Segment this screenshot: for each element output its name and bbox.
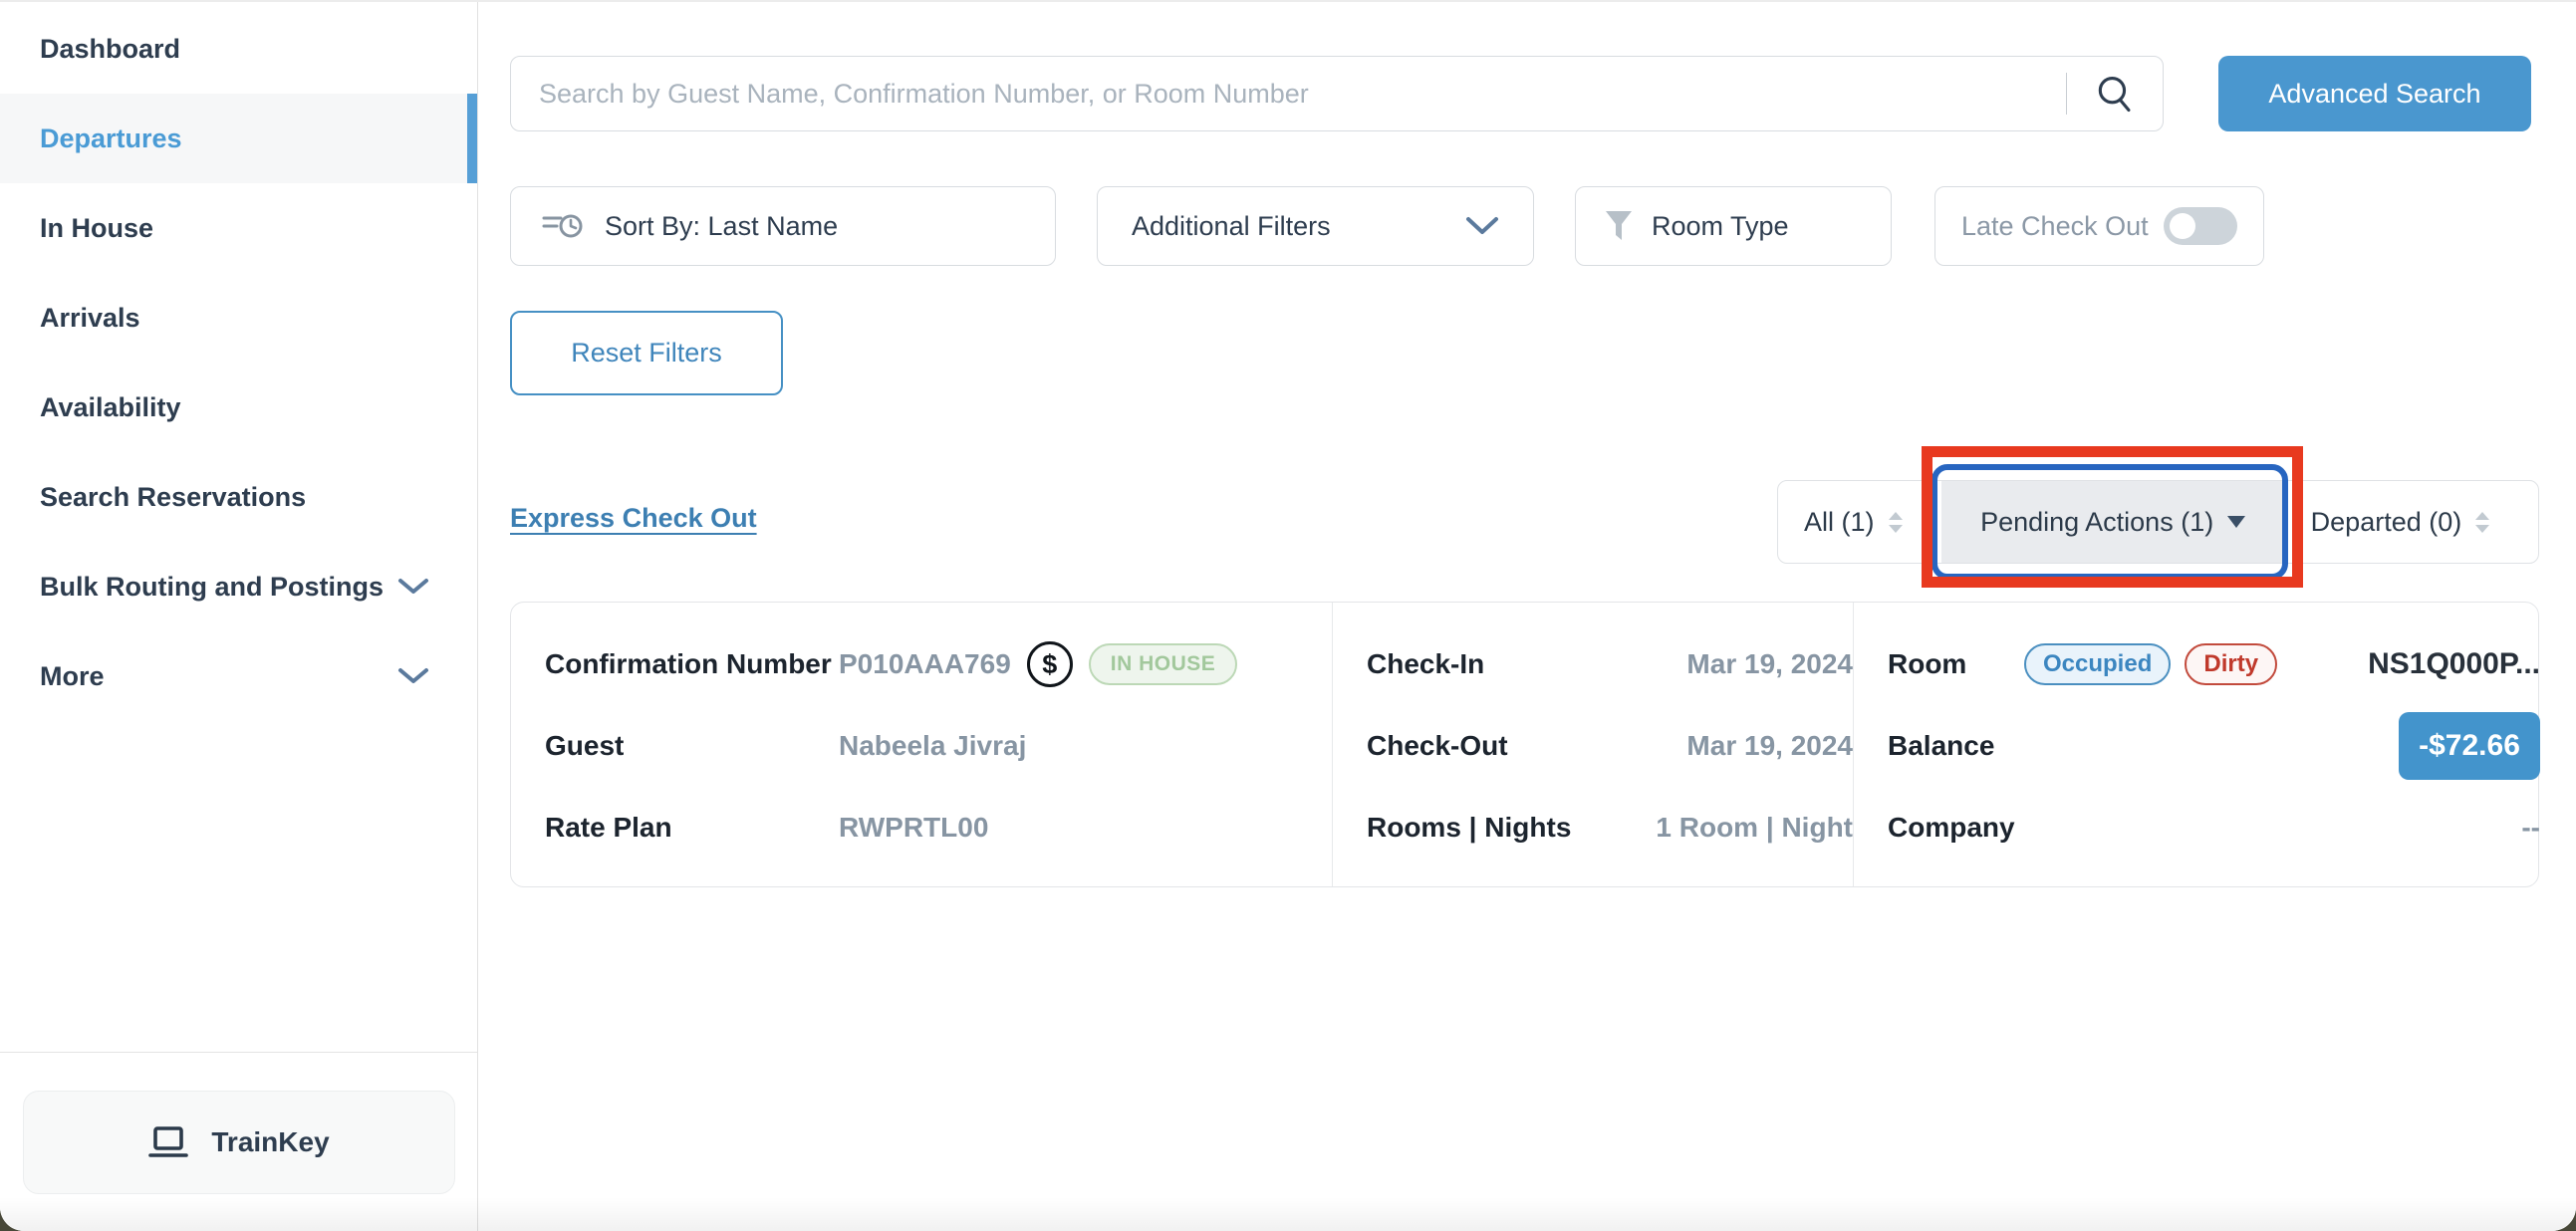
room-type-label: Room Type (1652, 211, 1789, 242)
sidebar-item-label: Search Reservations (40, 482, 306, 513)
company-value: -- (2521, 812, 2540, 844)
card-column-room: Room Occupied Dirty NS1Q000P... Balance … (1853, 603, 2540, 886)
sidebar-item-label: Arrivals (40, 303, 140, 334)
sidebar-item-label: Bulk Routing and Postings (40, 572, 384, 603)
sidebar-item-label: More (40, 661, 105, 692)
sidebar-item-label: Availability (40, 392, 181, 423)
sidebar-item-more[interactable]: More (0, 631, 477, 721)
additional-filters-dropdown[interactable]: Additional Filters (1097, 186, 1534, 266)
sidebar-item-label: In House (40, 213, 153, 244)
balance-row: Balance -$72.66 (1888, 722, 2540, 770)
guest-name: Nabeela Jivraj (839, 730, 1026, 762)
toggle-knob (2170, 213, 2195, 239)
sidebar-item-label: Dashboard (40, 34, 180, 65)
room-label: Room (1888, 648, 2022, 680)
card-column-details: Confirmation Number P010AAA769 $ IN HOUS… (511, 603, 1332, 886)
sidebar-item-departures[interactable]: Departures (0, 94, 477, 183)
late-check-out-label: Late Check Out (1961, 211, 2149, 242)
trainkey-label: TrainKey (211, 1126, 329, 1158)
sidebar-item-dashboard[interactable]: Dashboard (0, 4, 477, 94)
sidebar-item-in-house[interactable]: In House (0, 183, 477, 273)
search-bar (510, 56, 2164, 131)
additional-filters-label: Additional Filters (1132, 211, 1331, 242)
guest-label: Guest (545, 730, 839, 762)
reset-filters-button[interactable]: Reset Filters (510, 311, 783, 395)
sort-by-button[interactable]: Sort By: Last Name (510, 186, 1056, 266)
balance-label: Balance (1888, 730, 2022, 762)
chevron-down-icon (397, 578, 429, 596)
check-out-row: Check-Out Mar 19, 2024 (1367, 722, 1853, 770)
check-in-date: Mar 19, 2024 (1686, 648, 1853, 680)
reservation-card: Confirmation Number P010AAA769 $ IN HOUS… (510, 602, 2539, 887)
advanced-search-button[interactable]: Advanced Search (2218, 56, 2531, 131)
sidebar-footer: TrainKey (0, 1052, 477, 1231)
card-column-dates: Check-In Mar 19, 2024 Check-Out Mar 19, … (1332, 603, 1853, 886)
express-check-out-link[interactable]: Express Check Out (510, 503, 757, 534)
search-icon (2093, 72, 2137, 116)
room-row: Room Occupied Dirty NS1Q000P... (1888, 640, 2540, 688)
confirmation-number-value[interactable]: P010AAA769 (839, 648, 1011, 680)
dollar-circle-icon[interactable]: $ (1027, 641, 1073, 687)
sidebar: Dashboard Departures In House Arrivals A… (0, 2, 478, 1231)
chevron-down-icon (1465, 216, 1499, 236)
dirty-badge: Dirty (2185, 643, 2277, 685)
rate-plan-label: Rate Plan (545, 812, 839, 844)
sort-time-icon (541, 208, 585, 244)
tab-pending-actions-label: Pending Actions (1) (1980, 507, 2213, 538)
sidebar-item-search-reservations[interactable]: Search Reservations (0, 452, 477, 542)
trainkey-button[interactable]: TrainKey (23, 1091, 455, 1194)
balance-amount-badge[interactable]: -$72.66 (2399, 712, 2540, 780)
check-out-date: Mar 19, 2024 (1686, 730, 1853, 762)
sidebar-item-arrivals[interactable]: Arrivals (0, 273, 477, 363)
company-label: Company (1888, 812, 2022, 844)
sidebar-item-label: Departures (40, 123, 182, 154)
tab-bar: All (1) Pending Actions (1) Departed (0) (1777, 480, 2539, 564)
room-type-filter[interactable]: Room Type (1575, 186, 1892, 266)
occupied-badge: Occupied (2024, 643, 2171, 685)
check-in-row: Check-In Mar 19, 2024 (1367, 640, 1853, 688)
late-check-out-filter: Late Check Out (1934, 186, 2264, 266)
guest-row: Guest Nabeela Jivraj (545, 722, 1332, 770)
laptop-icon (147, 1125, 189, 1159)
rooms-nights-value: 1 Room | Night (1656, 812, 1853, 844)
rooms-nights-row: Rooms | Nights 1 Room | Night (1367, 804, 1853, 852)
chevron-down-icon (397, 667, 429, 685)
check-in-label: Check-In (1367, 648, 1616, 680)
tab-all-label: All (1) (1804, 507, 1875, 538)
tab-pending-actions[interactable]: Pending Actions (1) (1941, 481, 2285, 563)
company-row: Company -- (1888, 804, 2540, 852)
rate-plan-value: RWPRTL00 (839, 812, 988, 844)
triangle-down-icon (2227, 516, 2245, 528)
room-number-value[interactable]: NS1Q000P... (2368, 647, 2540, 681)
in-house-badge: IN HOUSE (1089, 643, 1238, 685)
confirmation-number-label: Confirmation Number (545, 648, 839, 680)
search-input[interactable] (511, 57, 2066, 130)
sort-carets-icon (2475, 512, 2489, 533)
tab-departed-label: Departed (0) (2311, 507, 2462, 538)
tab-departed[interactable]: Departed (0) (2285, 481, 2538, 563)
tab-all[interactable]: All (1) (1778, 481, 1941, 563)
confirmation-row: Confirmation Number P010AAA769 $ IN HOUS… (545, 640, 1332, 688)
departures-page: Dashboard Departures In House Arrivals A… (0, 0, 2576, 1231)
sort-carets-icon (1889, 512, 1903, 533)
sidebar-item-availability[interactable]: Availability (0, 363, 477, 452)
sidebar-item-bulk-routing-postings[interactable]: Bulk Routing and Postings (0, 542, 477, 631)
rooms-nights-label: Rooms | Nights (1367, 812, 1616, 844)
funnel-icon (1604, 209, 1634, 243)
sort-by-label: Sort By: Last Name (605, 211, 838, 242)
main-content: Advanced Search Sort By: Last Name Addit… (478, 2, 2576, 1231)
search-button[interactable] (2067, 72, 2163, 116)
check-out-label: Check-Out (1367, 730, 1616, 762)
late-check-out-toggle[interactable] (2164, 207, 2237, 245)
rate-plan-row: Rate Plan RWPRTL00 (545, 804, 1332, 852)
